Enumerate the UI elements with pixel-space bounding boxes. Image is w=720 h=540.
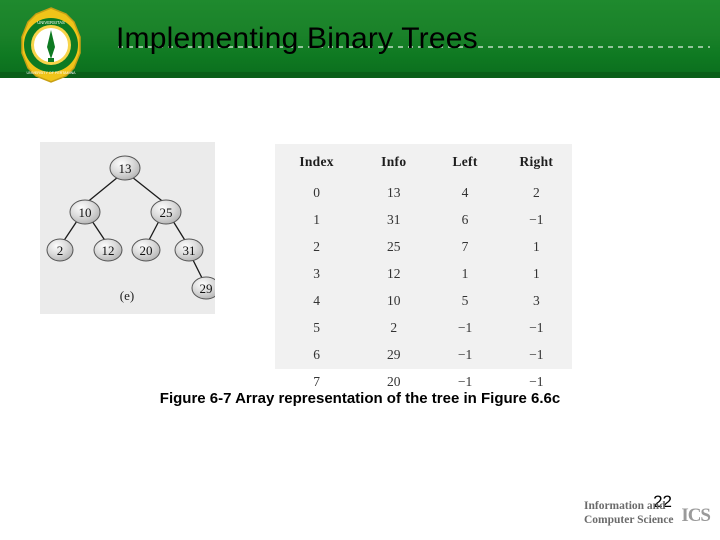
table-row: 1 31 6 −1 [275, 206, 572, 233]
footer-logo-line1: Information and [584, 500, 666, 512]
svg-text:12: 12 [102, 243, 115, 258]
table-row: 6 29 −1 −1 [275, 341, 572, 368]
cell-right: −1 [529, 211, 544, 227]
svg-text:31: 31 [183, 243, 196, 258]
footer-logo-mark: ICS [681, 505, 711, 526]
page-title: Implementing Binary Trees [116, 22, 478, 55]
footer-logo-line2: Computer Science [584, 514, 674, 526]
table-header-row: Index Info Left Right [275, 144, 572, 179]
cell-index: 1 [313, 211, 320, 227]
university-seal-logo: UNIVERSITAS UNIVERSITY OF PERTAMINA [12, 6, 90, 84]
cell-info: 25 [387, 238, 401, 254]
svg-text:UNIVERSITY OF PERTAMINA: UNIVERSITY OF PERTAMINA [26, 71, 76, 75]
cell-info: 12 [387, 265, 401, 281]
cell-index: 4 [313, 292, 320, 308]
cell-index: 0 [313, 184, 320, 200]
figure-caption: Figure 6-7 Array representation of the t… [159, 390, 561, 407]
svg-text:2: 2 [57, 243, 64, 258]
column-header-right: Right [519, 154, 554, 169]
cell-index: 2 [313, 238, 320, 254]
table-row: 2 25 7 1 [275, 233, 572, 260]
cell-right: 3 [532, 292, 540, 308]
table-row: 5 2 −1 −1 [275, 314, 572, 341]
slide-header: UNIVERSITAS UNIVERSITY OF PERTAMINA Impl… [0, 0, 720, 84]
cell-info: 13 [387, 184, 401, 200]
cell-left: 7 [461, 238, 469, 254]
cell-info: 2 [390, 319, 398, 335]
department-footer-logo: Information and Computer Science ICS [584, 500, 711, 534]
cell-right: −1 [529, 319, 544, 335]
binary-tree-figure: 13 10 25 2 12 20 31 29 (e) [40, 142, 215, 314]
svg-text:10: 10 [79, 205, 92, 220]
svg-text:13: 13 [119, 161, 132, 176]
cell-left: 6 [461, 211, 469, 227]
column-header-index: Index [299, 154, 334, 169]
cell-left: 5 [461, 292, 469, 308]
cell-right: 1 [532, 265, 540, 281]
table-row: 3 12 1 1 [275, 260, 572, 287]
svg-text:(e): (e) [120, 288, 134, 303]
table-row: 0 13 4 2 [275, 179, 572, 206]
cell-left: 1 [461, 265, 469, 281]
cell-left: −1 [457, 319, 473, 335]
column-header-left: Left [452, 154, 478, 169]
cell-index: 6 [313, 346, 320, 362]
cell-info: 29 [387, 346, 401, 362]
column-header-info: Info [381, 154, 407, 169]
cell-index: 3 [313, 265, 320, 281]
cell-right: −1 [529, 346, 544, 362]
array-table: Index Info Left Right 0 13 4 2 1 31 6 −1… [275, 144, 572, 395]
svg-text:25: 25 [160, 205, 173, 220]
svg-text:20: 20 [140, 243, 153, 258]
svg-text:29: 29 [200, 281, 213, 296]
cell-left: −1 [457, 346, 473, 362]
cell-right: 1 [532, 238, 540, 254]
svg-text:UNIVERSITAS: UNIVERSITAS [37, 20, 65, 25]
cell-index: 5 [313, 319, 320, 335]
cell-left: 4 [461, 184, 469, 200]
table-row: 4 10 5 3 [275, 287, 572, 314]
cell-info: 10 [387, 292, 401, 308]
cell-info: 31 [387, 211, 401, 227]
cell-right: 2 [532, 184, 540, 200]
array-representation-table: Index Info Left Right 0 13 4 2 1 31 6 −1… [275, 144, 572, 389]
